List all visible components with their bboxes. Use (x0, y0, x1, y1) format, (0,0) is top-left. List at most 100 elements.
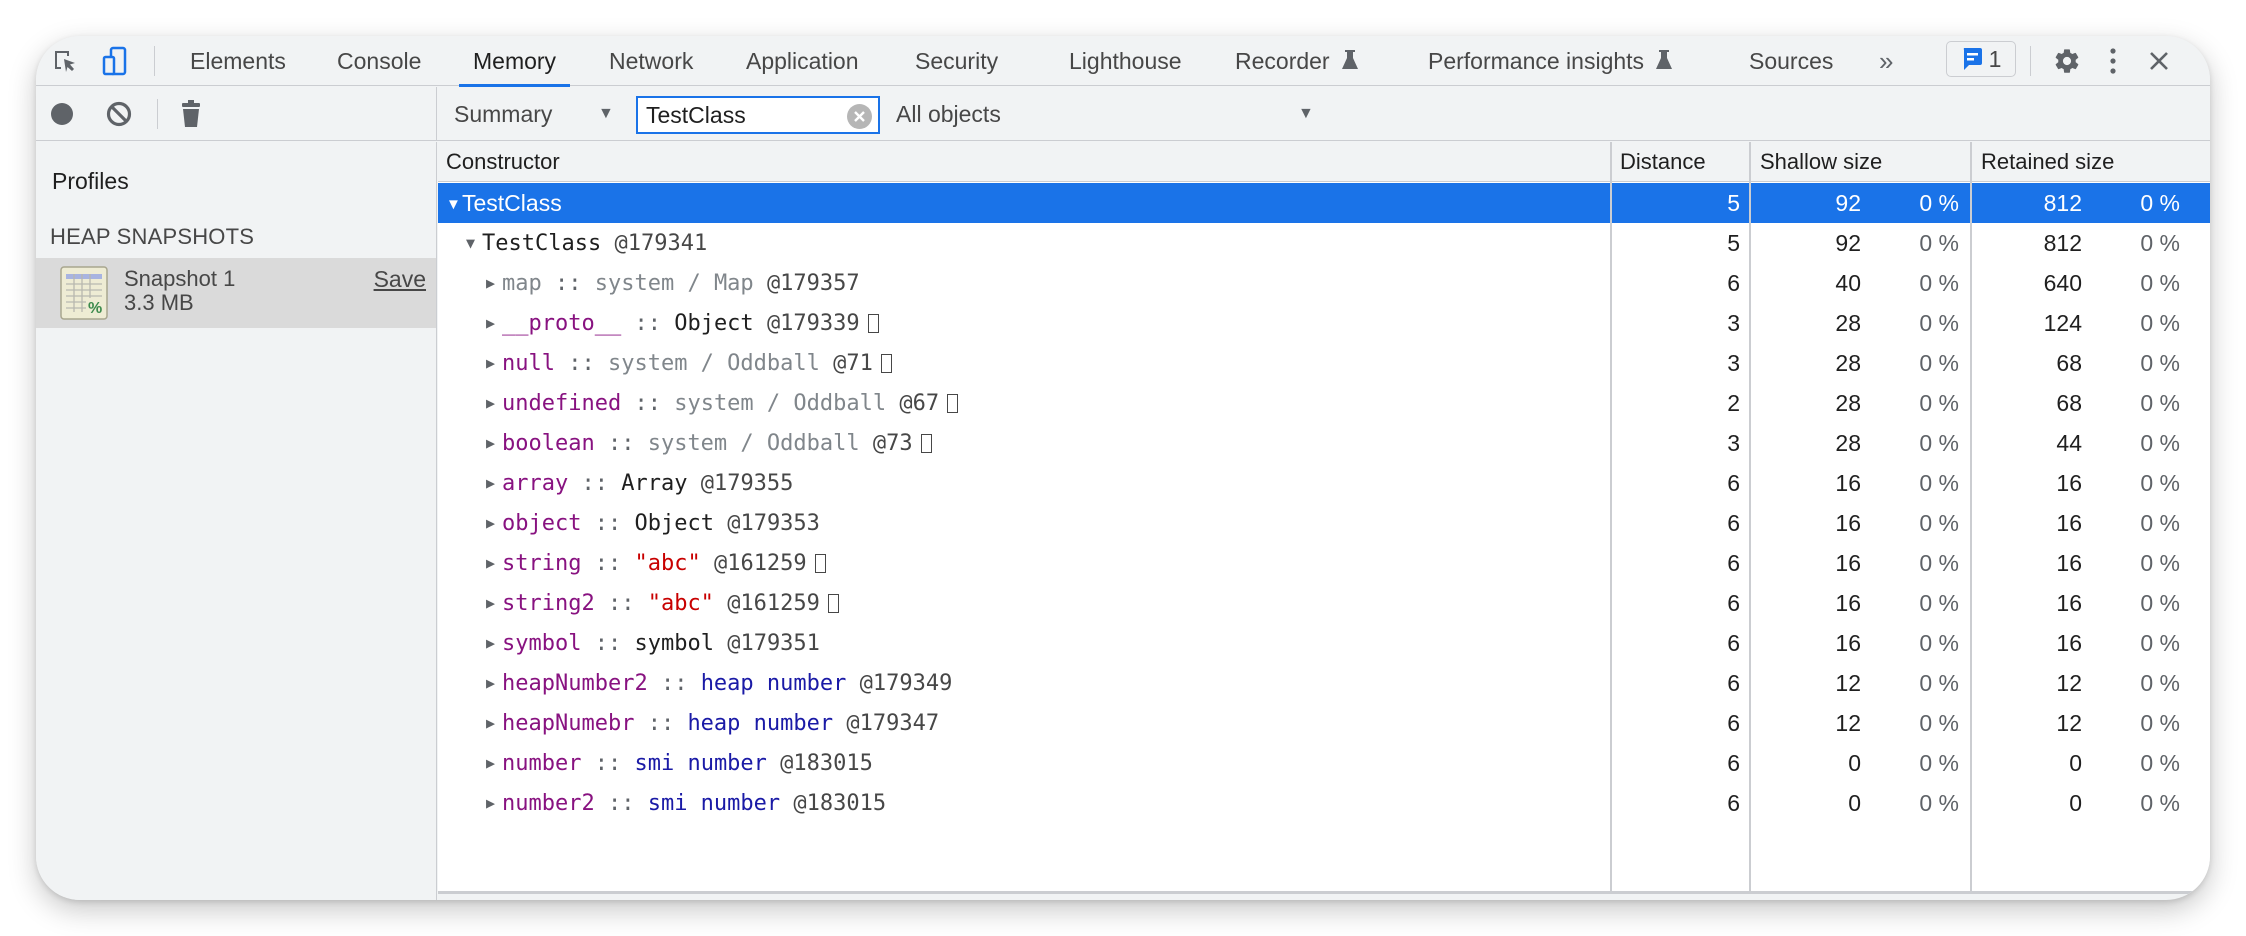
collapsed-triangle-icon[interactable]: ▶ (486, 663, 502, 703)
tab-recorder[interactable]: Recorder (1235, 36, 1358, 86)
expanded-triangle-icon[interactable]: ▼ (466, 223, 482, 263)
constructor-cell: ▶ map :: system / Map @179357 (486, 263, 860, 303)
collapsed-triangle-icon[interactable]: ▶ (486, 263, 502, 303)
collapsed-triangle-icon[interactable]: ▶ (486, 783, 502, 823)
settings-gear-icon[interactable] (2052, 46, 2082, 76)
close-devtools-icon[interactable] (2144, 46, 2174, 76)
objects-filter-select[interactable]: All objects (896, 87, 1001, 141)
inspect-element-icon[interactable] (50, 46, 80, 76)
class-name: TestClass (462, 190, 562, 216)
dropdown-arrow-icon[interactable]: ▼ (1298, 87, 1314, 141)
table-row[interactable]: ▶ symbol :: symbol @179351 6 16 0 % 16 0 % (438, 623, 2210, 663)
property-name: null (502, 351, 555, 376)
column-header-constructor[interactable]: Constructor (438, 142, 560, 182)
object-id: @179357 (766, 271, 860, 296)
issues-counter-button[interactable]: 1 (1946, 41, 2016, 77)
tab-performance-insights[interactable]: Performance insights (1428, 36, 1673, 86)
collapsed-triangle-icon[interactable]: ▶ (486, 503, 502, 543)
object-id: @179347 (846, 711, 940, 736)
heap-snapshots-section-title: HEAP SNAPSHOTS (50, 224, 255, 249)
object-id: @179355 (700, 471, 794, 496)
retained-size-percent: 0 % (2140, 590, 2180, 616)
shallow-size-percent: 0 % (1919, 230, 1959, 256)
shallow-size-percent: 0 % (1919, 510, 1959, 536)
collapsed-triangle-icon[interactable]: ▶ (486, 583, 502, 623)
collapsed-triangle-icon[interactable]: ▶ (486, 423, 502, 463)
missing-glyph-icon (947, 394, 959, 413)
object-type: TestClass (482, 231, 602, 256)
collapsed-triangle-icon[interactable]: ▶ (486, 303, 502, 343)
table-row[interactable]: ▶ array :: Array @179355 6 16 0 % 16 0 % (438, 463, 2210, 503)
collapsed-triangle-icon[interactable]: ▶ (486, 543, 502, 583)
distance-cell: 3 (1727, 350, 1740, 376)
collapsed-triangle-icon[interactable]: ▶ (486, 703, 502, 743)
constructor-cell: ▶ heapNumber2 :: heap number @179349 (486, 663, 952, 703)
clear-filter-icon[interactable] (847, 104, 872, 129)
collect-garbage-trash-icon[interactable] (176, 99, 206, 129)
class-filter-input[interactable] (636, 96, 880, 134)
save-snapshot-link[interactable]: Save (374, 266, 426, 293)
shallow-size-percent: 0 % (1919, 590, 1959, 616)
collapsed-triangle-icon[interactable]: ▶ (486, 623, 502, 663)
expanded-triangle-icon[interactable]: ▼ (446, 185, 462, 225)
object-id: @73 (872, 431, 913, 456)
dropdown-arrow-icon[interactable]: ▼ (598, 87, 614, 141)
snapshot-list-item[interactable]: % Snapshot 1 3.3 MB Save (36, 258, 436, 328)
record-heap-snapshot-icon[interactable] (47, 99, 77, 129)
table-row[interactable]: ▶ undefined :: system / Oddball @67 2 28 0 %… (438, 383, 2210, 423)
object-id: @67 (899, 391, 940, 416)
column-header-distance[interactable]: Distance (1612, 142, 1706, 182)
table-row[interactable]: ▶ __proto__ :: Object @179339 3 28 0 % 124 0 % (438, 303, 2210, 343)
table-row[interactable]: ▶ heapNumebr :: heap number @179347 6 12 0 %… (438, 703, 2210, 743)
distance-cell: 6 (1727, 670, 1740, 696)
tab-console[interactable]: Console (337, 36, 421, 86)
tab-lighthouse[interactable]: Lighthouse (1069, 36, 1182, 86)
tab-elements[interactable]: Elements (190, 36, 286, 86)
table-row[interactable]: ▶ boolean :: system / Oddball @73 3 28 0 % 44… (438, 423, 2210, 463)
device-toolbar-icon[interactable] (100, 46, 130, 76)
distance-cell: 6 (1727, 750, 1740, 776)
perspective-select[interactable]: Summary (454, 87, 552, 141)
tab-security[interactable]: Security (915, 36, 998, 86)
property-name: string (502, 551, 582, 576)
distance-cell: 6 (1727, 710, 1740, 736)
distance-cell: 5 (1727, 230, 1740, 256)
snapshot-size: 3.3 MB (124, 290, 194, 315)
column-header-retained-size[interactable]: Retained size (1973, 142, 2114, 182)
table-row[interactable]: ▶ number :: smi number @183015 6 0 0 % 0 0 % (438, 743, 2210, 783)
column-divider (1970, 142, 1972, 894)
collapsed-triangle-icon[interactable]: ▶ (486, 463, 502, 503)
table-row[interactable]: ▶ string2 :: "abc" @161259 6 16 0 % 16 0 % (438, 583, 2210, 623)
clear-all-profiles-icon[interactable] (104, 99, 134, 129)
table-row[interactable]: ▶ object :: Object @179353 6 16 0 % 16 0 % (438, 503, 2210, 543)
table-row[interactable]: ▶ number2 :: smi number @183015 6 0 0 % 0 0 % (438, 783, 2210, 823)
property-name: string2 (502, 591, 595, 616)
object-type: "abc" (634, 551, 701, 576)
shallow-size-percent: 0 % (1919, 190, 1959, 216)
more-options-icon[interactable] (2098, 46, 2128, 76)
table-row[interactable]: ▶ string :: "abc" @161259 6 16 0 % 16 0 % (438, 543, 2210, 583)
property-separator: :: (621, 391, 675, 416)
object-type: system / Oddball (674, 391, 887, 416)
collapsed-triangle-icon[interactable]: ▶ (486, 383, 502, 423)
tab-sources[interactable]: Sources (1749, 36, 1833, 86)
table-row[interactable]: ▶ map :: system / Map @179357 6 40 0 % 640 0 % (438, 263, 2210, 303)
object-id: @179353 (727, 511, 820, 536)
constructor-cell: ▶ number :: smi number @183015 (486, 743, 873, 783)
table-row[interactable]: ▼ TestClass @179341 5 92 0 % 812 0 % (438, 223, 2210, 263)
tab-memory[interactable]: Memory (458, 36, 571, 87)
distance-cell: 6 (1727, 550, 1740, 576)
collapsed-triangle-icon[interactable]: ▶ (486, 743, 502, 783)
table-row[interactable]: ▶ heapNumber2 :: heap number @179349 6 12 0 … (438, 663, 2210, 703)
more-tabs-button[interactable]: » (1879, 36, 1893, 86)
heap-snapshot-icon: % (60, 266, 108, 320)
object-id: @179339 (766, 311, 860, 336)
class-group-row[interactable]: ▼TestClass 5 92 0 % 812 0 % (438, 183, 2210, 223)
tab-application[interactable]: Application (746, 36, 859, 86)
tab-network[interactable]: Network (609, 36, 693, 86)
constructor-cell: ▶ __proto__ :: Object @179339 (486, 303, 879, 343)
collapsed-triangle-icon[interactable]: ▶ (486, 343, 502, 383)
retained-size-percent: 0 % (2140, 710, 2180, 736)
column-header-shallow-size[interactable]: Shallow size (1752, 142, 1882, 182)
table-row[interactable]: ▶ null :: system / Oddball @71 3 28 0 % 68 0 % (438, 343, 2210, 383)
